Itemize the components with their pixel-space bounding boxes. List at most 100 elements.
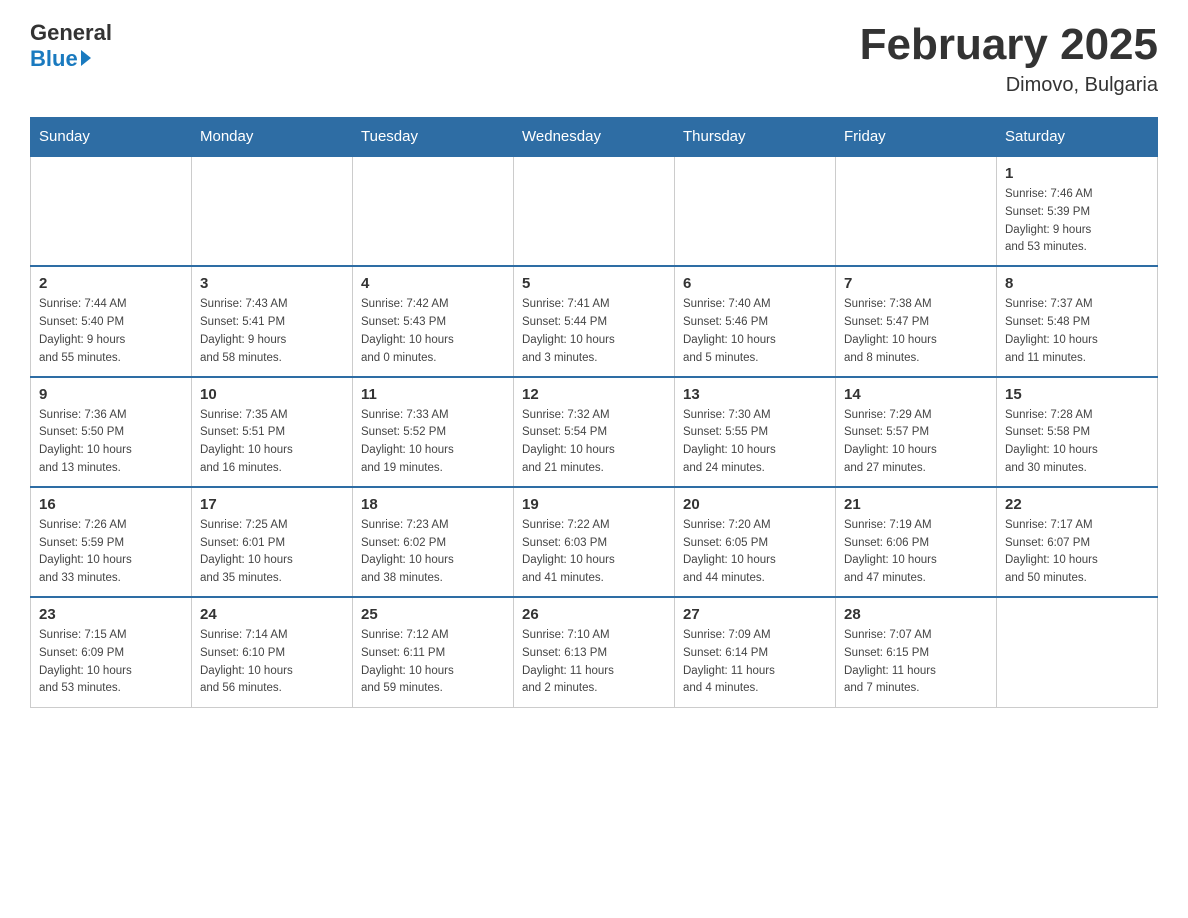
calendar-cell: 3Sunrise: 7:43 AMSunset: 5:41 PMDaylight…	[192, 266, 353, 376]
calendar-cell: 19 Sunrise: 7:22 AMSunset: 6:03 PMDayligh…	[514, 487, 675, 597]
day-info: Sunrise: 7:07 AMSunset: 6:15 PMDaylight:…	[844, 627, 988, 698]
day-number: 3	[200, 275, 344, 292]
calendar-cell: 23 Sunrise: 7:15 AMSunset: 6:09 PMDayligh…	[31, 597, 192, 707]
logo-blue-text: Blue	[30, 46, 91, 72]
day-info: Sunrise: 7:17 AMSunset: 6:07 PMDaylight:…	[1005, 517, 1149, 588]
day-info: Sunrise: 7:10 AMSunset: 6:13 PMDaylight:…	[522, 627, 666, 698]
day-info: Sunrise: 7:29 AMSunset: 5:57 PMDaylight:…	[844, 407, 988, 478]
day-info: Sunrise: 7:28 AMSunset: 5:58 PMDaylight:…	[1005, 407, 1149, 478]
day-info: Sunrise: 7:14 AMSunset: 6:10 PMDaylight:…	[200, 627, 344, 698]
day-info: Sunrise: 7:23 AMSunset: 6:02 PMDaylight:…	[361, 517, 505, 588]
calendar-cell: 1 Sunrise: 7:46 AMSunset: 5:39 PMDaylight…	[997, 156, 1158, 266]
calendar-cell	[353, 156, 514, 266]
day-info: Sunrise: 7:25 AMSunset: 6:01 PMDaylight:…	[200, 517, 344, 588]
weekday-header-monday: Monday	[192, 118, 353, 157]
day-number: 27	[683, 606, 827, 623]
week-row-2: 2Sunrise: 7:44 AMSunset: 5:40 PMDaylight…	[31, 266, 1158, 376]
weekday-header-tuesday: Tuesday	[353, 118, 514, 157]
day-number: 8	[1005, 275, 1149, 292]
calendar-cell: 17 Sunrise: 7:25 AMSunset: 6:01 PMDayligh…	[192, 487, 353, 597]
day-number: 12	[522, 386, 666, 403]
day-info: Sunrise: 7:09 AMSunset: 6:14 PMDaylight:…	[683, 627, 827, 698]
day-info: Sunrise: 7:20 AMSunset: 6:05 PMDaylight:…	[683, 517, 827, 588]
day-number: 10	[200, 386, 344, 403]
calendar-cell: 25Sunrise: 7:12 AMSunset: 6:11 PMDayligh…	[353, 597, 514, 707]
calendar-cell: 10 Sunrise: 7:35 AMSunset: 5:51 PMDayligh…	[192, 377, 353, 487]
day-number: 14	[844, 386, 988, 403]
day-info: Sunrise: 7:42 AMSunset: 5:43 PMDaylight:…	[361, 296, 505, 367]
calendar-cell: 16Sunrise: 7:26 AMSunset: 5:59 PMDayligh…	[31, 487, 192, 597]
week-row-1: 1 Sunrise: 7:46 AMSunset: 5:39 PMDaylight…	[31, 156, 1158, 266]
day-number: 15	[1005, 386, 1149, 403]
day-number: 16	[39, 496, 183, 513]
day-info: Sunrise: 7:41 AMSunset: 5:44 PMDaylight:…	[522, 296, 666, 367]
calendar-cell: 21Sunrise: 7:19 AMSunset: 6:06 PMDayligh…	[836, 487, 997, 597]
day-number: 26	[522, 606, 666, 623]
calendar-cell	[836, 156, 997, 266]
calendar-cell: 12 Sunrise: 7:32 AMSunset: 5:54 PMDayligh…	[514, 377, 675, 487]
calendar-cell: 14 Sunrise: 7:29 AMSunset: 5:57 PMDayligh…	[836, 377, 997, 487]
day-number: 21	[844, 496, 988, 513]
calendar-cell: 26 Sunrise: 7:10 AMSunset: 6:13 PMDayligh…	[514, 597, 675, 707]
logo-general-text: General	[30, 20, 112, 46]
day-number: 28	[844, 606, 988, 623]
day-info: Sunrise: 7:30 AMSunset: 5:55 PMDaylight:…	[683, 407, 827, 478]
day-number: 5	[522, 275, 666, 292]
calendar-cell: 13 Sunrise: 7:30 AMSunset: 5:55 PMDayligh…	[675, 377, 836, 487]
week-row-4: 16Sunrise: 7:26 AMSunset: 5:59 PMDayligh…	[31, 487, 1158, 597]
day-info: Sunrise: 7:33 AMSunset: 5:52 PMDaylight:…	[361, 407, 505, 478]
weekday-header-row: SundayMondayTuesdayWednesdayThursdayFrid…	[31, 118, 1158, 157]
day-info: Sunrise: 7:32 AMSunset: 5:54 PMDaylight:…	[522, 407, 666, 478]
day-number: 24	[200, 606, 344, 623]
calendar-cell: 9Sunrise: 7:36 AMSunset: 5:50 PMDaylight…	[31, 377, 192, 487]
calendar-cell: 28 Sunrise: 7:07 AMSunset: 6:15 PMDayligh…	[836, 597, 997, 707]
logo: General Blue	[30, 20, 112, 72]
calendar-cell: 8 Sunrise: 7:37 AMSunset: 5:48 PMDaylight…	[997, 266, 1158, 376]
weekday-header-wednesday: Wednesday	[514, 118, 675, 157]
day-number: 23	[39, 606, 183, 623]
day-number: 13	[683, 386, 827, 403]
day-info: Sunrise: 7:35 AMSunset: 5:51 PMDaylight:…	[200, 407, 344, 478]
day-info: Sunrise: 7:15 AMSunset: 6:09 PMDaylight:…	[39, 627, 183, 698]
calendar-cell	[31, 156, 192, 266]
day-number: 7	[844, 275, 988, 292]
day-number: 17	[200, 496, 344, 513]
weekday-header-saturday: Saturday	[997, 118, 1158, 157]
day-number: 22	[1005, 496, 1149, 513]
day-number: 18	[361, 496, 505, 513]
calendar-table: SundayMondayTuesdayWednesdayThursdayFrid…	[30, 117, 1158, 708]
weekday-header-thursday: Thursday	[675, 118, 836, 157]
day-info: Sunrise: 7:12 AMSunset: 6:11 PMDaylight:…	[361, 627, 505, 698]
day-number: 19	[522, 496, 666, 513]
calendar-cell: 15 Sunrise: 7:28 AMSunset: 5:58 PMDayligh…	[997, 377, 1158, 487]
calendar-cell	[997, 597, 1158, 707]
day-info: Sunrise: 7:40 AMSunset: 5:46 PMDaylight:…	[683, 296, 827, 367]
calendar-cell: 5 Sunrise: 7:41 AMSunset: 5:44 PMDaylight…	[514, 266, 675, 376]
location-text: Dimovo, Bulgaria	[860, 74, 1158, 97]
weekday-header-sunday: Sunday	[31, 118, 192, 157]
day-number: 6	[683, 275, 827, 292]
calendar-cell	[514, 156, 675, 266]
calendar-cell: 6 Sunrise: 7:40 AMSunset: 5:46 PMDaylight…	[675, 266, 836, 376]
calendar-cell: 4Sunrise: 7:42 AMSunset: 5:43 PMDaylight…	[353, 266, 514, 376]
day-info: Sunrise: 7:37 AMSunset: 5:48 PMDaylight:…	[1005, 296, 1149, 367]
calendar-cell: 11 Sunrise: 7:33 AMSunset: 5:52 PMDayligh…	[353, 377, 514, 487]
calendar-cell	[192, 156, 353, 266]
page-header: General Blue February 2025 Dimovo, Bulga…	[30, 20, 1158, 97]
logo-arrow-icon	[81, 50, 91, 66]
calendar-cell: 7 Sunrise: 7:38 AMSunset: 5:47 PMDaylight…	[836, 266, 997, 376]
title-section: February 2025 Dimovo, Bulgaria	[860, 20, 1158, 97]
day-number: 9	[39, 386, 183, 403]
day-number: 1	[1005, 165, 1149, 182]
day-info: Sunrise: 7:22 AMSunset: 6:03 PMDaylight:…	[522, 517, 666, 588]
calendar-cell: 22 Sunrise: 7:17 AMSunset: 6:07 PMDayligh…	[997, 487, 1158, 597]
day-info: Sunrise: 7:38 AMSunset: 5:47 PMDaylight:…	[844, 296, 988, 367]
day-info: Sunrise: 7:46 AMSunset: 5:39 PMDaylight:…	[1005, 186, 1149, 257]
weekday-header-friday: Friday	[836, 118, 997, 157]
month-title: February 2025	[860, 20, 1158, 70]
calendar-cell: 20 Sunrise: 7:20 AMSunset: 6:05 PMDayligh…	[675, 487, 836, 597]
calendar-cell: 24 Sunrise: 7:14 AMSunset: 6:10 PMDayligh…	[192, 597, 353, 707]
day-number: 20	[683, 496, 827, 513]
day-number: 11	[361, 386, 505, 403]
day-info: Sunrise: 7:44 AMSunset: 5:40 PMDaylight:…	[39, 296, 183, 367]
